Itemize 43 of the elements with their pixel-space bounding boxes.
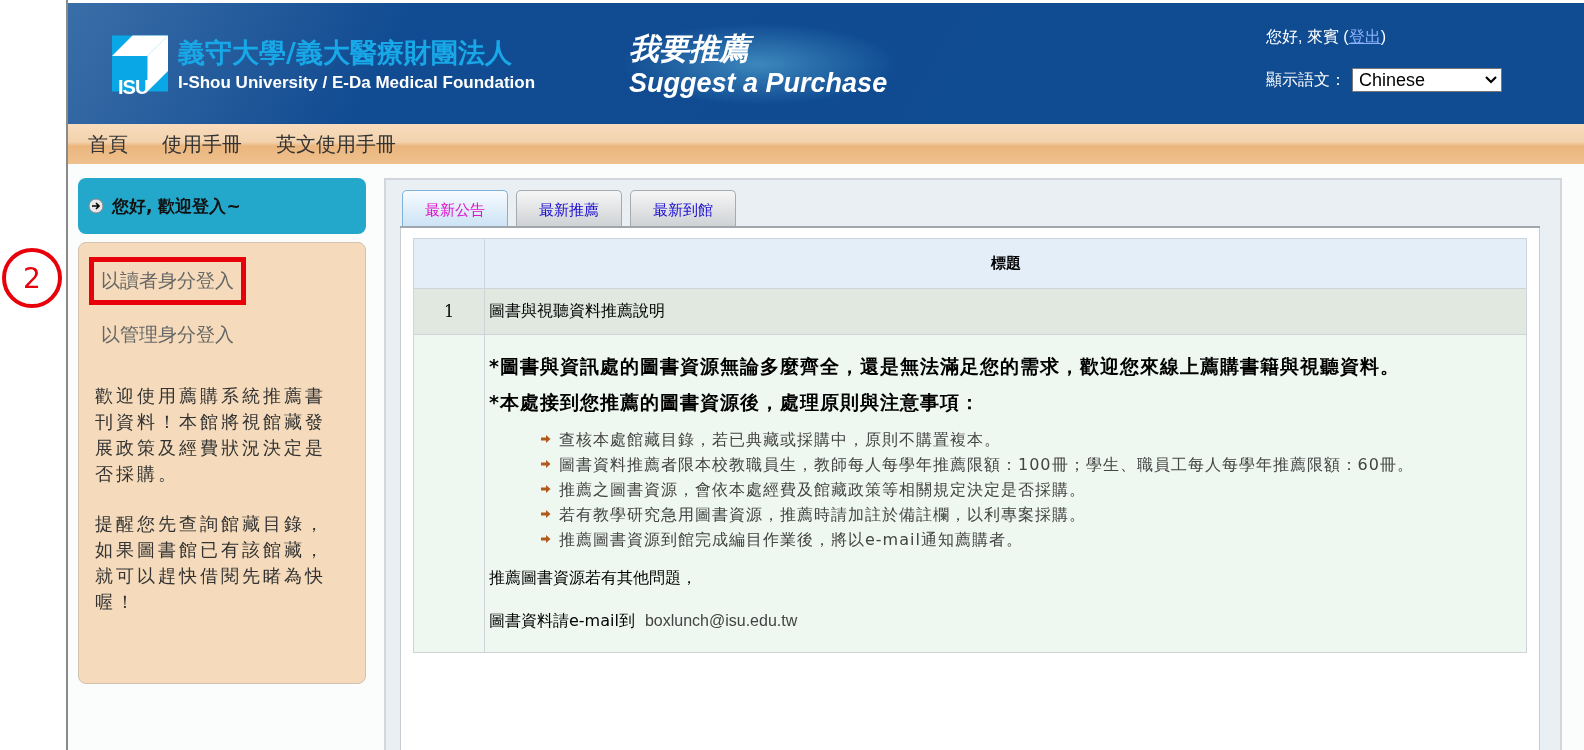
nav-link[interactable]: 首頁 — [88, 130, 128, 158]
nav-link[interactable]: 英文使用手冊 — [276, 130, 396, 158]
language-label: 顯示語文： — [1266, 69, 1346, 91]
arrow-bullet-icon — [541, 509, 551, 519]
organization-name-english: I-Shou University / E-Da Medical Foundation — [178, 72, 536, 93]
rule-item: 查核本處館藏目錄，若已典藏或採購中，原則不購置複本。 — [559, 429, 1001, 451]
arrow-bullet-icon — [541, 534, 551, 544]
email-link[interactable]: boxlunch@isu.edu.tw — [644, 612, 798, 629]
organization-name: 義守大學/義大醫療財團法人 — [178, 35, 513, 70]
arrow-bullet-icon — [541, 484, 551, 494]
announcement-title[interactable]: 圖書與視聽資料推薦說明 — [484, 288, 1527, 335]
welcome-title: 您好, 歡迎登入~ — [112, 194, 241, 218]
greeting-text: 您好, 來賓 ( — [1266, 28, 1349, 45]
rule-item: 圖書資料推薦者限本校教職員生，教師每人每學年推薦限額：100冊；學生、職員工每人每學年推薦限額：60冊。 — [559, 454, 1414, 476]
annotation-circle: 2 — [2, 248, 62, 308]
chevron-down-icon — [1485, 76, 1497, 84]
arrow-bullet-icon — [541, 459, 551, 469]
rule-item: 推薦圖書資源到館完成編目作業後，將以e-mail通知薦購者。 — [559, 529, 1023, 551]
rule-item: 若有教學研究急用圖書資源，推薦時請加註於備註欄，以利專案採購。 — [559, 504, 1086, 526]
language-select[interactable]: Chinese — [1352, 68, 1502, 92]
tab[interactable]: 最新公告 — [402, 190, 508, 226]
sidebar-paragraph: 提醒您先查詢館藏目錄，如果圖書館已有該館藏，就可以趕快借閱先睹為快喔！ — [95, 512, 327, 614]
page-title: 我要推薦 — [629, 28, 888, 70]
arrow-right-icon — [88, 198, 104, 214]
login-link[interactable]: 以管理身分登入 — [89, 311, 246, 359]
rule-item: 推薦之圖書資源，會依本處經費及館藏政策等相關規定決定是否採購。 — [559, 479, 1086, 501]
nav-link[interactable]: 使用手冊 — [162, 130, 242, 158]
tab[interactable]: 最新到館 — [630, 190, 736, 226]
logout-link[interactable]: 登出 — [1348, 28, 1381, 45]
arrow-bullet-icon — [541, 434, 551, 444]
column-header: 標題 — [484, 238, 1527, 289]
logo-text: ISU — [118, 76, 149, 99]
rules-heading: *本處接到您推薦的圖書資源後，處理原則與注意事項： — [489, 390, 981, 415]
greeting-end: ) — [1380, 28, 1386, 45]
login-link[interactable]: 以讀者身分登入 — [89, 257, 246, 305]
notice-intro: *圖書與資訊處的圖書資源無論多麼齊全，還是無法滿足您的需求，歡迎您來線上薦購書籍與視聽資料。 — [489, 354, 1401, 379]
contact-heading: 推薦圖書資源若有其他問題， — [489, 568, 698, 589]
contact-label: 圖書資料請e-mail到 — [489, 611, 635, 630]
sidebar-paragraph: 歡迎使用薦購系統推薦書刊資料！本館將視館藏發展政策及經費狀況決定是否採購。 — [95, 384, 327, 486]
tab[interactable]: 最新推薦 — [516, 190, 622, 226]
page-subtitle: Suggest a Purchase — [629, 67, 888, 99]
row-number: 1 — [413, 288, 485, 335]
table-header-cell — [413, 238, 485, 289]
